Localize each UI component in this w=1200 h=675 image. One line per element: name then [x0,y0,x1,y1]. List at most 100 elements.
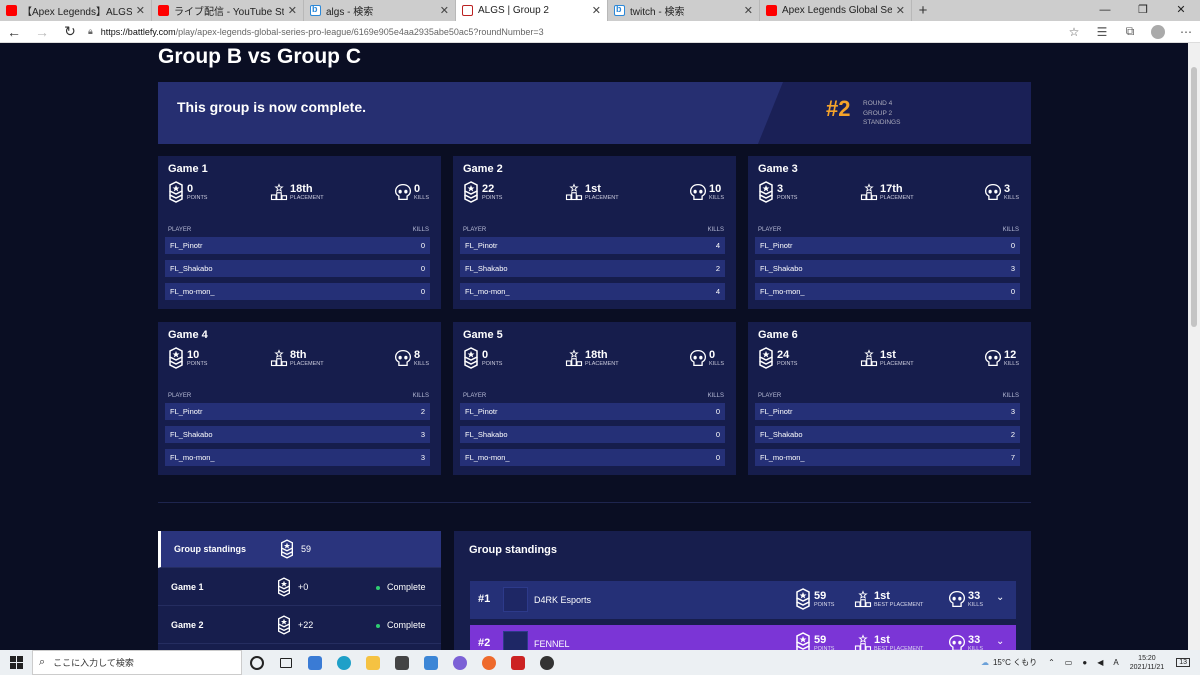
kills-stat: 0 KILLS [394,181,429,203]
player-row[interactable]: FL_Pinotr 0 [165,237,430,254]
browser-tab[interactable]: algs - 検索 ✕ [304,0,456,21]
taskbar-search[interactable]: ⌕ ここに入力して検索 [32,650,242,675]
browser-tab[interactable]: Apex Legends Global Series Year ✕ [760,0,912,21]
notifications-icon[interactable]: 13 [1176,658,1190,667]
chevron-down-icon[interactable]: ⌄ [996,592,1004,603]
maximize-icon[interactable]: ❐ [1124,0,1162,21]
page-scrollbar[interactable] [1188,43,1200,650]
player-kills: 2 [1010,430,1015,439]
back-icon[interactable]: ← [0,24,28,40]
player-row[interactable]: FL_Shakabo 3 [165,426,430,443]
refresh-icon[interactable]: ↻ [56,23,84,40]
player-row[interactable]: FL_Pinotr 0 [460,403,725,420]
status-complete: Complete [376,582,426,592]
apex-icon[interactable] [503,650,532,675]
close-tab-icon[interactable]: ✕ [288,4,297,17]
profile-avatar[interactable] [1151,24,1165,39]
ime-indicator[interactable]: A [1113,658,1118,667]
start-button[interactable] [0,650,32,675]
chevron-up-icon[interactable]: ⌃ [1048,658,1055,667]
browser-tab[interactable]: 【Apex Legends】ALGS week4 - YouTube ✕ [0,0,152,21]
url-host: https://battlefy.com [100,26,176,37]
player-row[interactable]: FL_Pinotr 2 [165,403,430,420]
player-name: FL_mo-mon_ [170,287,215,296]
file-explorer-icon[interactable] [358,650,387,675]
group-complete-banner: This group is now complete. #2 ROUND 4 G… [158,82,1031,144]
task-view-icon[interactable] [271,650,300,675]
player-row[interactable]: FL_Shakabo 0 [460,426,725,443]
close-tab-icon[interactable]: ✕ [440,4,449,17]
network-icon[interactable]: ▭ [1065,658,1073,667]
browser-tab[interactable]: twitch - 検索 ✕ [608,0,760,21]
close-window-icon[interactable]: ✕ [1162,0,1200,21]
cortana-icon[interactable] [242,650,271,675]
chevron-down-icon[interactable]: ⌄ [996,636,1004,647]
page-title: Group B vs Group C [158,45,362,68]
new-tab-button[interactable]: + [912,0,934,21]
app-icon[interactable] [474,650,503,675]
points-stat-text: 3 POINTS [777,183,797,201]
player-name: FL_Shakabo [170,430,213,439]
close-tab-icon[interactable]: ✕ [896,4,905,17]
weather-text[interactable]: 15°C くもり [993,657,1037,668]
player-row[interactable]: FL_Shakabo 2 [755,426,1020,443]
bing-icon [310,5,321,16]
player-row[interactable]: FL_Pinotr 0 [755,237,1020,254]
kills-stat-value: 0 [709,349,716,361]
team-best-placement-stat-label: BEST PLACEMENT [874,602,924,608]
url-field[interactable]: 🔒︎ https://battlefy.com/play/apex-legend… [88,26,1060,37]
browser-tab[interactable]: ライブ配信 - YouTube Studio ✕ [152,0,304,21]
player-kills: 3 [420,430,425,439]
player-row[interactable]: FL_mo-mon_ 4 [460,283,725,300]
game-card: Game 5 0 POINTS 18th PLACEMENT 0 KILLS PLAYER KI… [453,322,736,475]
store-icon[interactable] [387,650,416,675]
close-tab-icon[interactable]: ✕ [592,4,601,17]
player-row[interactable]: FL_Pinotr 4 [460,237,725,254]
player-row[interactable]: FL_Pinotr 3 [755,403,1020,420]
game-standings-tab[interactable]: Game 1 +0 Complete [158,569,441,606]
team-standing-row[interactable]: #1 D4RK Esports 59 POINTS 1st BEST PLACEMENT 3… [470,581,1016,619]
player-row[interactable]: FL_mo-mon_ 0 [460,449,725,466]
player-row[interactable]: FL_mo-mon_ 0 [755,283,1020,300]
player-row[interactable]: FL_mo-mon_ 7 [755,449,1020,466]
forward-icon[interactable]: → [28,24,56,40]
close-tab-icon[interactable]: ✕ [136,4,145,17]
clock[interactable]: 15:20 2021/11/21 [1130,654,1165,672]
collections-icon[interactable]: ⧉ [1116,24,1144,39]
player-row[interactable]: FL_Shakabo 3 [755,260,1020,277]
player-column-header: PLAYER [758,227,782,233]
team-standing-row[interactable]: #2 FENNEL 59 POINTS 1st BEST PLACEMENT 33 KILLS… [470,625,1016,650]
favorite-add-icon[interactable]: ☆ [1060,25,1088,39]
kills-icon [689,183,707,201]
volume-icon[interactable]: ◀ [1097,658,1103,667]
more-menu-icon[interactable]: ⋯ [1172,25,1200,39]
points-stat: 3 POINTS [757,181,797,203]
game-standings-tab[interactable]: Game 2 +22 Complete [158,607,441,644]
player-row[interactable]: FL_mo-mon_ 0 [165,283,430,300]
player-row[interactable]: FL_Shakabo 0 [165,260,430,277]
favorites-icon[interactable]: ☰ [1088,25,1116,39]
minimize-icon[interactable]: — [1086,0,1124,21]
placement-stat: 8th PLACEMENT [270,347,324,369]
discord-icon[interactable] [445,650,474,675]
browser-tab-active[interactable]: ALGS | Group 2 ✕ [456,0,608,21]
edge-icon[interactable] [329,650,358,675]
points-stat-text: 0 POINTS [482,349,502,367]
points-icon [796,632,810,650]
app-icon[interactable] [300,650,329,675]
placement-icon [860,349,878,367]
placement-stat-text: 1st PLACEMENT [880,349,914,367]
player-kills: 0 [1010,287,1015,296]
mail-icon[interactable] [416,650,445,675]
group-standings-tab[interactable]: Group standings 59 [158,531,441,568]
scrollbar-thumb[interactable] [1191,67,1197,327]
player-row[interactable]: FL_mo-mon_ 3 [165,449,430,466]
mic-icon[interactable]: ● [1082,658,1087,667]
player-row[interactable]: FL_Shakabo 2 [460,260,725,277]
player-name: FL_Shakabo [465,264,508,273]
kills-stat-label: KILLS [709,195,724,201]
obs-icon[interactable] [532,650,561,675]
weather-icon[interactable]: ☁ [981,658,989,667]
close-tab-icon[interactable]: ✕ [744,4,753,17]
player-kills: 0 [715,453,720,462]
